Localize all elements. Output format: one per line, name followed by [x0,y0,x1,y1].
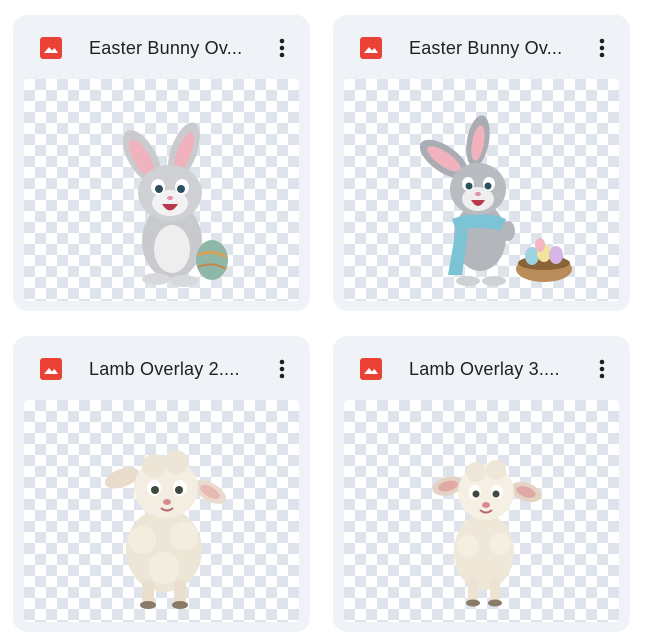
more-vert-icon[interactable] [272,353,292,385]
more-vert-icon[interactable] [272,32,292,64]
file-card-header: Easter Bunny Ov... [13,15,310,79]
lamb-image [104,450,227,609]
image-icon [360,37,382,59]
image-icon [40,37,62,59]
file-card-header: Lamb Overlay 2.... [13,336,310,400]
image-icon [360,358,382,380]
more-vert-icon[interactable] [592,353,612,385]
file-card[interactable]: Easter Bunny Ov... [333,15,630,311]
file-title[interactable]: Lamb Overlay 2.... [89,358,259,380]
file-thumbnail[interactable] [24,400,299,622]
file-card[interactable]: Lamb Overlay 2.... [13,336,310,632]
file-thumbnail[interactable] [344,79,619,301]
bunny-image [419,115,572,286]
file-thumbnail[interactable] [24,79,299,301]
file-card-header: Easter Bunny Ov... [333,15,630,79]
lamb-image [432,460,542,607]
file-title[interactable]: Lamb Overlay 3.... [409,358,579,380]
file-thumbnail[interactable] [344,400,619,622]
file-card[interactable]: Easter Bunny Ov... [13,15,310,311]
file-title[interactable]: Easter Bunny Ov... [89,37,259,59]
file-card-header: Lamb Overlay 3.... [333,336,630,400]
image-icon [40,358,62,380]
more-vert-icon[interactable] [592,32,612,64]
bunny-image [122,122,228,287]
file-card[interactable]: Lamb Overlay 3.... [333,336,630,632]
file-title[interactable]: Easter Bunny Ov... [409,37,579,59]
